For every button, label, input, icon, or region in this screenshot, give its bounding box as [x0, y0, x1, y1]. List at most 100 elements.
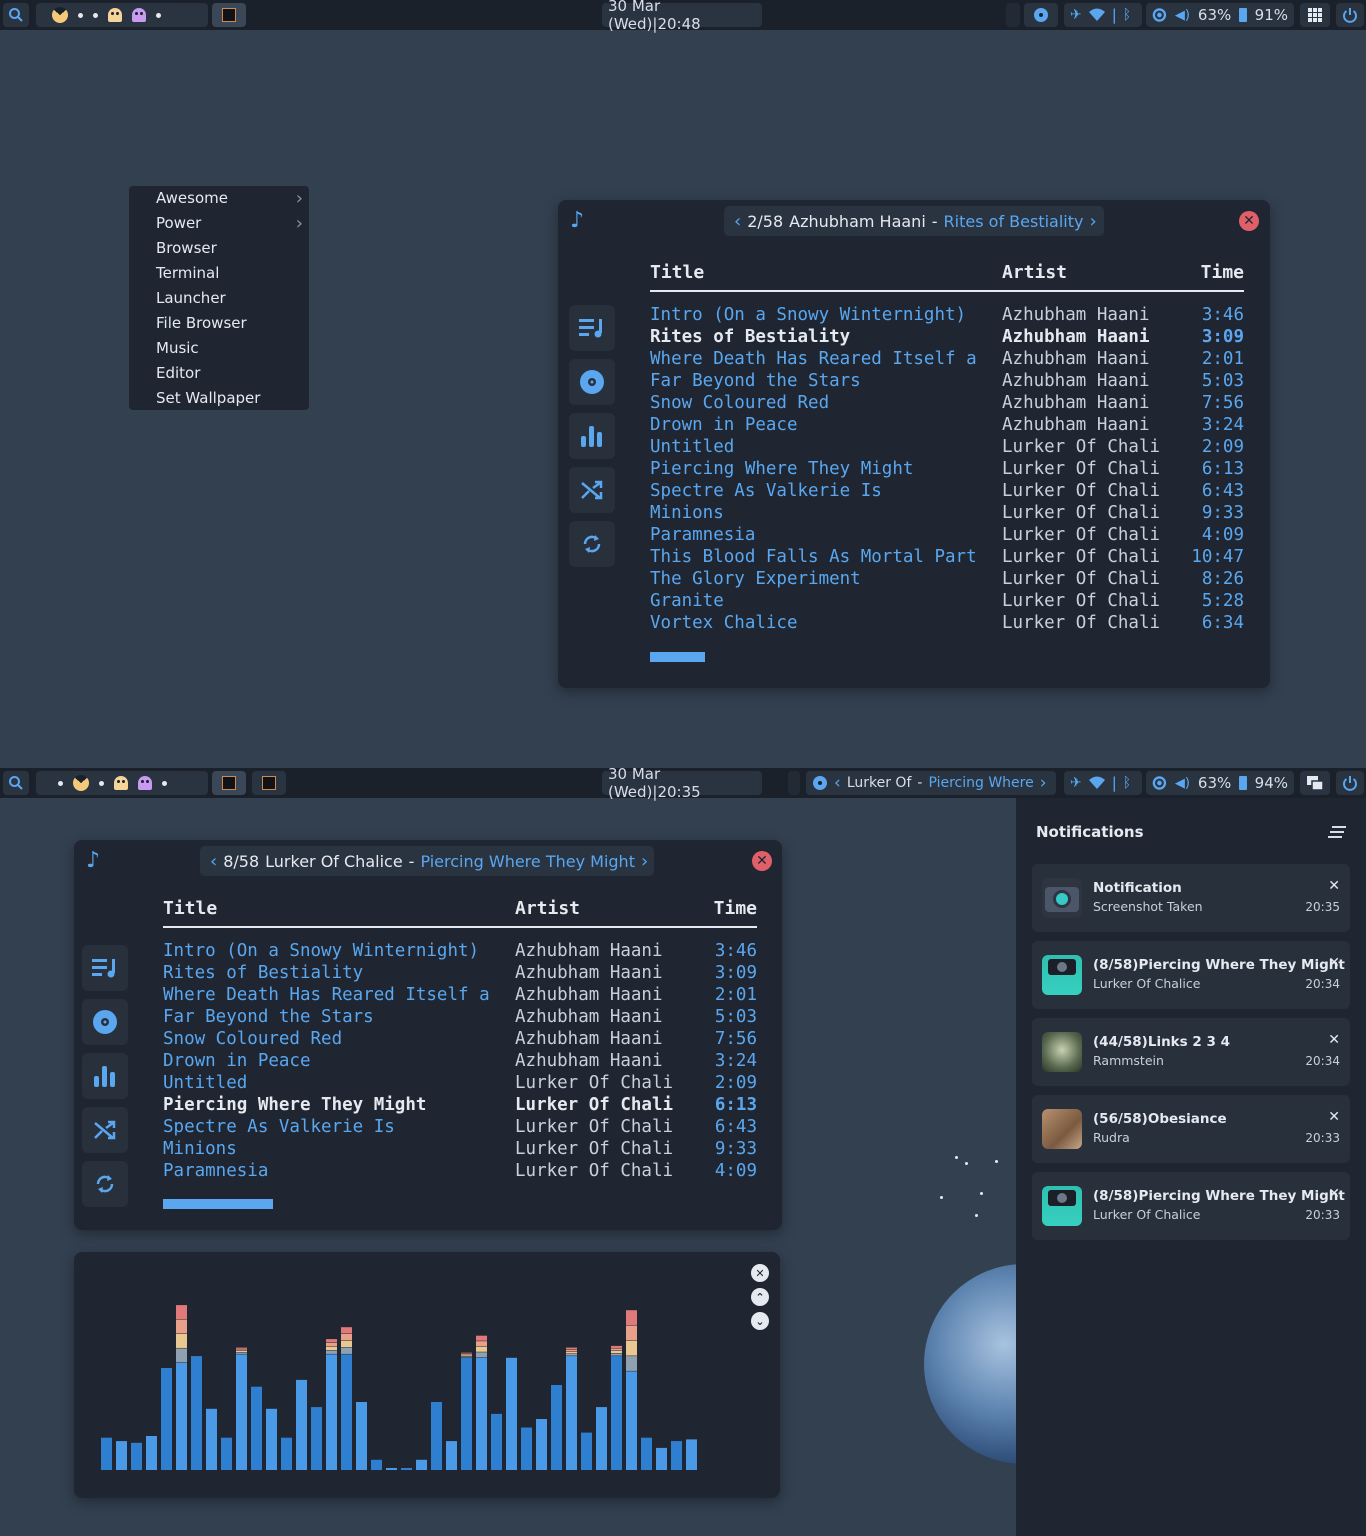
menu-item-set-wallpaper[interactable]: Set Wallpaper	[129, 386, 309, 411]
menu-item-terminal[interactable]: Terminal	[129, 261, 309, 286]
table-row[interactable]: Where Death Has Reared Itself a Azhubham …	[163, 984, 757, 1006]
table-row[interactable]: Untitled Lurker Of Chali 2:09	[650, 436, 1244, 458]
shuffle-button[interactable]	[82, 1107, 128, 1153]
table-row[interactable]: Granite Lurker Of Chali 5:28	[650, 590, 1244, 612]
menu-item-browser[interactable]: Browser	[129, 236, 309, 261]
repeat-button[interactable]	[569, 521, 615, 567]
brightness-icon[interactable]	[1152, 775, 1167, 791]
task-terminal[interactable]	[212, 771, 246, 795]
disc-button[interactable]	[569, 359, 615, 405]
ghost-icon[interactable]	[114, 776, 128, 790]
table-row[interactable]: Vortex Chalice Lurker Of Chali 6:34	[650, 612, 1244, 634]
clear-all-icon[interactable]	[1328, 826, 1346, 840]
workspace-taglist[interactable]	[36, 3, 208, 27]
ghost-icon[interactable]	[108, 8, 122, 22]
notification-card[interactable]: (44/58)Links 2 3 4 Rammstein 20:34 ✕	[1032, 1018, 1350, 1086]
table-row[interactable]: Paramnesia Lurker Of Chali 4:09	[650, 524, 1244, 546]
brightness-icon[interactable]	[1152, 7, 1167, 23]
volume-icon[interactable]: ◀)	[1175, 8, 1190, 23]
table-row[interactable]: Snow Coloured Red Azhubham Haani 7:56	[650, 392, 1244, 414]
dismiss-icon[interactable]: ✕	[1328, 1032, 1340, 1048]
network-widget[interactable]: ✈ | ᛒ	[1064, 771, 1142, 795]
column-header-title[interactable]: Title	[650, 262, 1002, 290]
task-terminal-2[interactable]	[252, 771, 286, 795]
menu-item-file-browser[interactable]: File Browser	[129, 311, 309, 336]
notification-card[interactable]: (8/58)Piercing Where They Might Lurker Of…	[1032, 941, 1350, 1009]
column-header-time[interactable]: Time	[1172, 262, 1244, 290]
next-track-button[interactable]: ›	[1040, 773, 1047, 793]
airplane-off-icon[interactable]: ✈	[1070, 7, 1082, 23]
bluetooth-off-icon[interactable]: ᛒ	[1123, 775, 1131, 791]
ghost-icon[interactable]	[132, 8, 146, 22]
table-row[interactable]: Spectre As Valkerie Is Lurker Of Chali 6:4…	[650, 480, 1244, 502]
move-up-button[interactable]: ⌃	[751, 1288, 769, 1306]
ghost-icon[interactable]	[138, 776, 152, 790]
table-row[interactable]: Spectre As Valkerie Is Lurker Of Chali 6:4…	[163, 1116, 757, 1138]
music-widget-button[interactable]	[1024, 3, 1058, 27]
workspace-dot[interactable]	[78, 12, 83, 18]
table-row[interactable]: Paramnesia Lurker Of Chali 4:09	[163, 1160, 757, 1182]
column-header-time[interactable]: Time	[685, 898, 757, 926]
workspace-dot[interactable]	[93, 12, 98, 18]
system-widget[interactable]: ◀) 63% 94%	[1146, 771, 1294, 795]
search-button[interactable]	[3, 3, 29, 27]
bluetooth-off-icon[interactable]: ᛒ	[1123, 7, 1131, 23]
disc-button[interactable]	[82, 999, 128, 1045]
table-row[interactable]: Minions Lurker Of Chali 9:33	[650, 502, 1244, 524]
pacman-icon[interactable]	[52, 7, 68, 23]
table-row[interactable]: This Blood Falls As Mortal Part Lurker Of…	[650, 546, 1244, 568]
menu-item-awesome[interactable]: Awesome ›	[129, 186, 309, 211]
column-header-artist[interactable]: Artist	[515, 898, 685, 926]
visualizer-button[interactable]	[82, 1053, 128, 1099]
current-track-row[interactable]: Piercing Where They Might Lurker Of Chali…	[163, 1094, 757, 1116]
playlist-button[interactable]	[569, 305, 615, 351]
search-button[interactable]	[3, 771, 29, 795]
layout-button[interactable]	[1300, 3, 1330, 27]
airplane-off-icon[interactable]: ✈	[1070, 775, 1082, 791]
table-row[interactable]: Far Beyond the Stars Azhubham Haani 5:03	[163, 1006, 757, 1028]
network-widget[interactable]: ✈ | ᛒ	[1064, 3, 1142, 27]
dismiss-icon[interactable]: ✕	[1328, 1186, 1340, 1202]
table-row[interactable]: Drown in Peace Azhubham Haani 3:24	[163, 1050, 757, 1072]
move-down-button[interactable]: ⌄	[751, 1312, 769, 1330]
table-row[interactable]: Intro (On a Snowy Winternight) Azhubham H…	[650, 304, 1244, 326]
progress-bar[interactable]	[163, 1199, 273, 1209]
current-track-row[interactable]: Rites of Bestiality Azhubham Haani 3:09	[650, 326, 1244, 348]
table-row[interactable]: Untitled Lurker Of Chali 2:09	[163, 1072, 757, 1094]
wifi-icon[interactable]	[1088, 8, 1106, 22]
dismiss-icon[interactable]: ✕	[1328, 878, 1340, 894]
table-row[interactable]: Intro (On a Snowy Winternight) Azhubham H…	[163, 940, 757, 962]
layout-button[interactable]	[1300, 771, 1330, 795]
table-row[interactable]: Piercing Where They Might Lurker Of Chali…	[650, 458, 1244, 480]
close-button[interactable]: ✕	[752, 851, 772, 871]
wifi-icon[interactable]	[1088, 776, 1106, 790]
notification-card[interactable]: Notification Screenshot Taken 20:35 ✕	[1032, 864, 1350, 932]
pacman-icon[interactable]	[73, 775, 89, 791]
power-button[interactable]	[1336, 771, 1364, 795]
prev-track-button[interactable]: ‹	[734, 211, 741, 232]
next-track-button[interactable]: ›	[641, 851, 648, 872]
workspace-dot[interactable]	[162, 780, 167, 786]
volume-icon[interactable]: ◀)	[1175, 776, 1190, 791]
table-row[interactable]: Where Death Has Reared Itself a Azhubham …	[650, 348, 1244, 370]
notification-card[interactable]: (8/58)Piercing Where They Might Lurker Of…	[1032, 1172, 1350, 1240]
table-row[interactable]: Drown in Peace Azhubham Haani 3:24	[650, 414, 1244, 436]
close-button[interactable]: ✕	[1239, 211, 1259, 231]
workspace-dot[interactable]	[156, 12, 161, 18]
column-header-title[interactable]: Title	[163, 898, 515, 926]
workspace-dot[interactable]	[58, 780, 63, 786]
table-row[interactable]: Far Beyond the Stars Azhubham Haani 5:03	[650, 370, 1244, 392]
visualizer-button[interactable]	[569, 413, 615, 459]
shuffle-button[interactable]	[569, 467, 615, 513]
table-row[interactable]: The Glory Experiment Lurker Of Chali 8:26	[650, 568, 1244, 590]
progress-bar[interactable]	[650, 652, 705, 662]
playlist-button[interactable]	[82, 945, 128, 991]
table-row[interactable]: Snow Coloured Red Azhubham Haani 7:56	[163, 1028, 757, 1050]
menu-item-launcher[interactable]: Launcher	[129, 286, 309, 311]
notification-card[interactable]: (56/58)Obesiance Rudra 20:33 ✕	[1032, 1095, 1350, 1163]
system-widget[interactable]: ◀) 63% 91%	[1146, 3, 1294, 27]
repeat-button[interactable]	[82, 1161, 128, 1207]
power-button[interactable]	[1336, 3, 1364, 27]
column-header-artist[interactable]: Artist	[1002, 262, 1172, 290]
dismiss-icon[interactable]: ✕	[1328, 955, 1340, 971]
